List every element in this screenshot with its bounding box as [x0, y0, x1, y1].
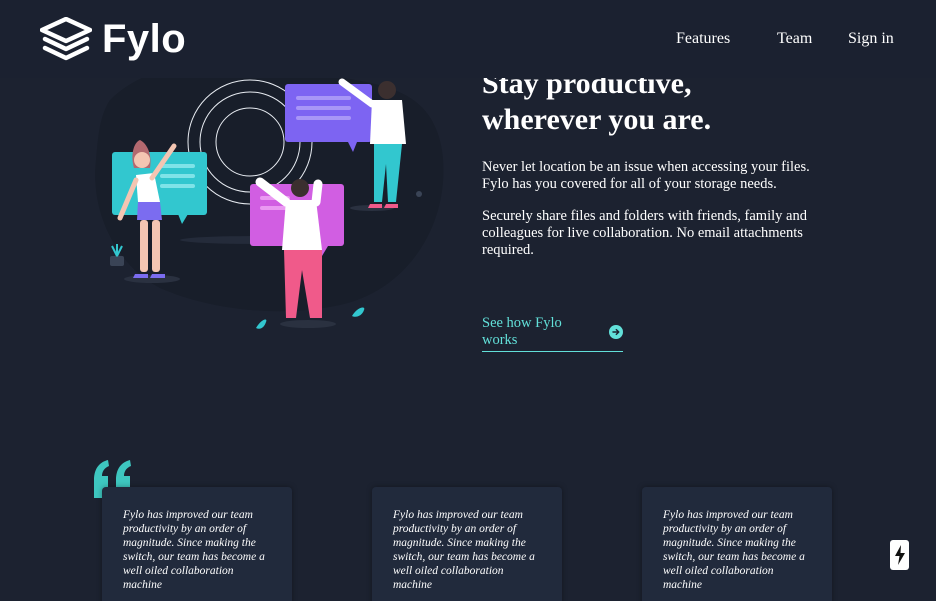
testimonial-quote: Fylo has improved our team productivity … — [663, 509, 805, 591]
hero-paragraph-1: Never let location be an issue when acce… — [482, 159, 810, 192]
lightning-bolt-badge[interactable] — [890, 540, 909, 570]
see-how-fylo-works-link[interactable]: See how Fylo works — [482, 315, 623, 352]
testimonial-card: Fylo has improved our team productivity … — [102, 487, 292, 601]
hero-section: Stay productive, wherever you are. Never… — [482, 66, 842, 352]
collaboration-illustration — [95, 60, 444, 329]
arrow-right-circle-icon — [609, 325, 623, 339]
hero-paragraph-2: Securely share files and folders with fr… — [482, 208, 807, 258]
hero-illustration — [90, 60, 450, 340]
nav-item-features[interactable]: Features — [676, 30, 730, 48]
nav-item-sign-in[interactable]: Sign in — [848, 30, 894, 48]
logo[interactable]: Fylo — [40, 17, 186, 61]
lightning-bolt-icon — [894, 545, 905, 565]
testimonial-quote: Fylo has improved our team productivity … — [393, 509, 535, 591]
link-label: See how Fylo works — [482, 315, 562, 348]
nav-item-team[interactable]: Team — [777, 30, 812, 48]
testimonial-card: Fylo has improved our team productivity … — [642, 487, 832, 601]
testimonial-card: Fylo has improved our team productivity … — [372, 487, 562, 601]
brand-name: Fylo — [102, 17, 187, 61]
site-header: Fylo Features Team Sign in — [0, 0, 936, 78]
testimonial-quote: Fylo has improved our team productivity … — [123, 509, 265, 591]
stacked-layers-icon — [40, 17, 92, 61]
